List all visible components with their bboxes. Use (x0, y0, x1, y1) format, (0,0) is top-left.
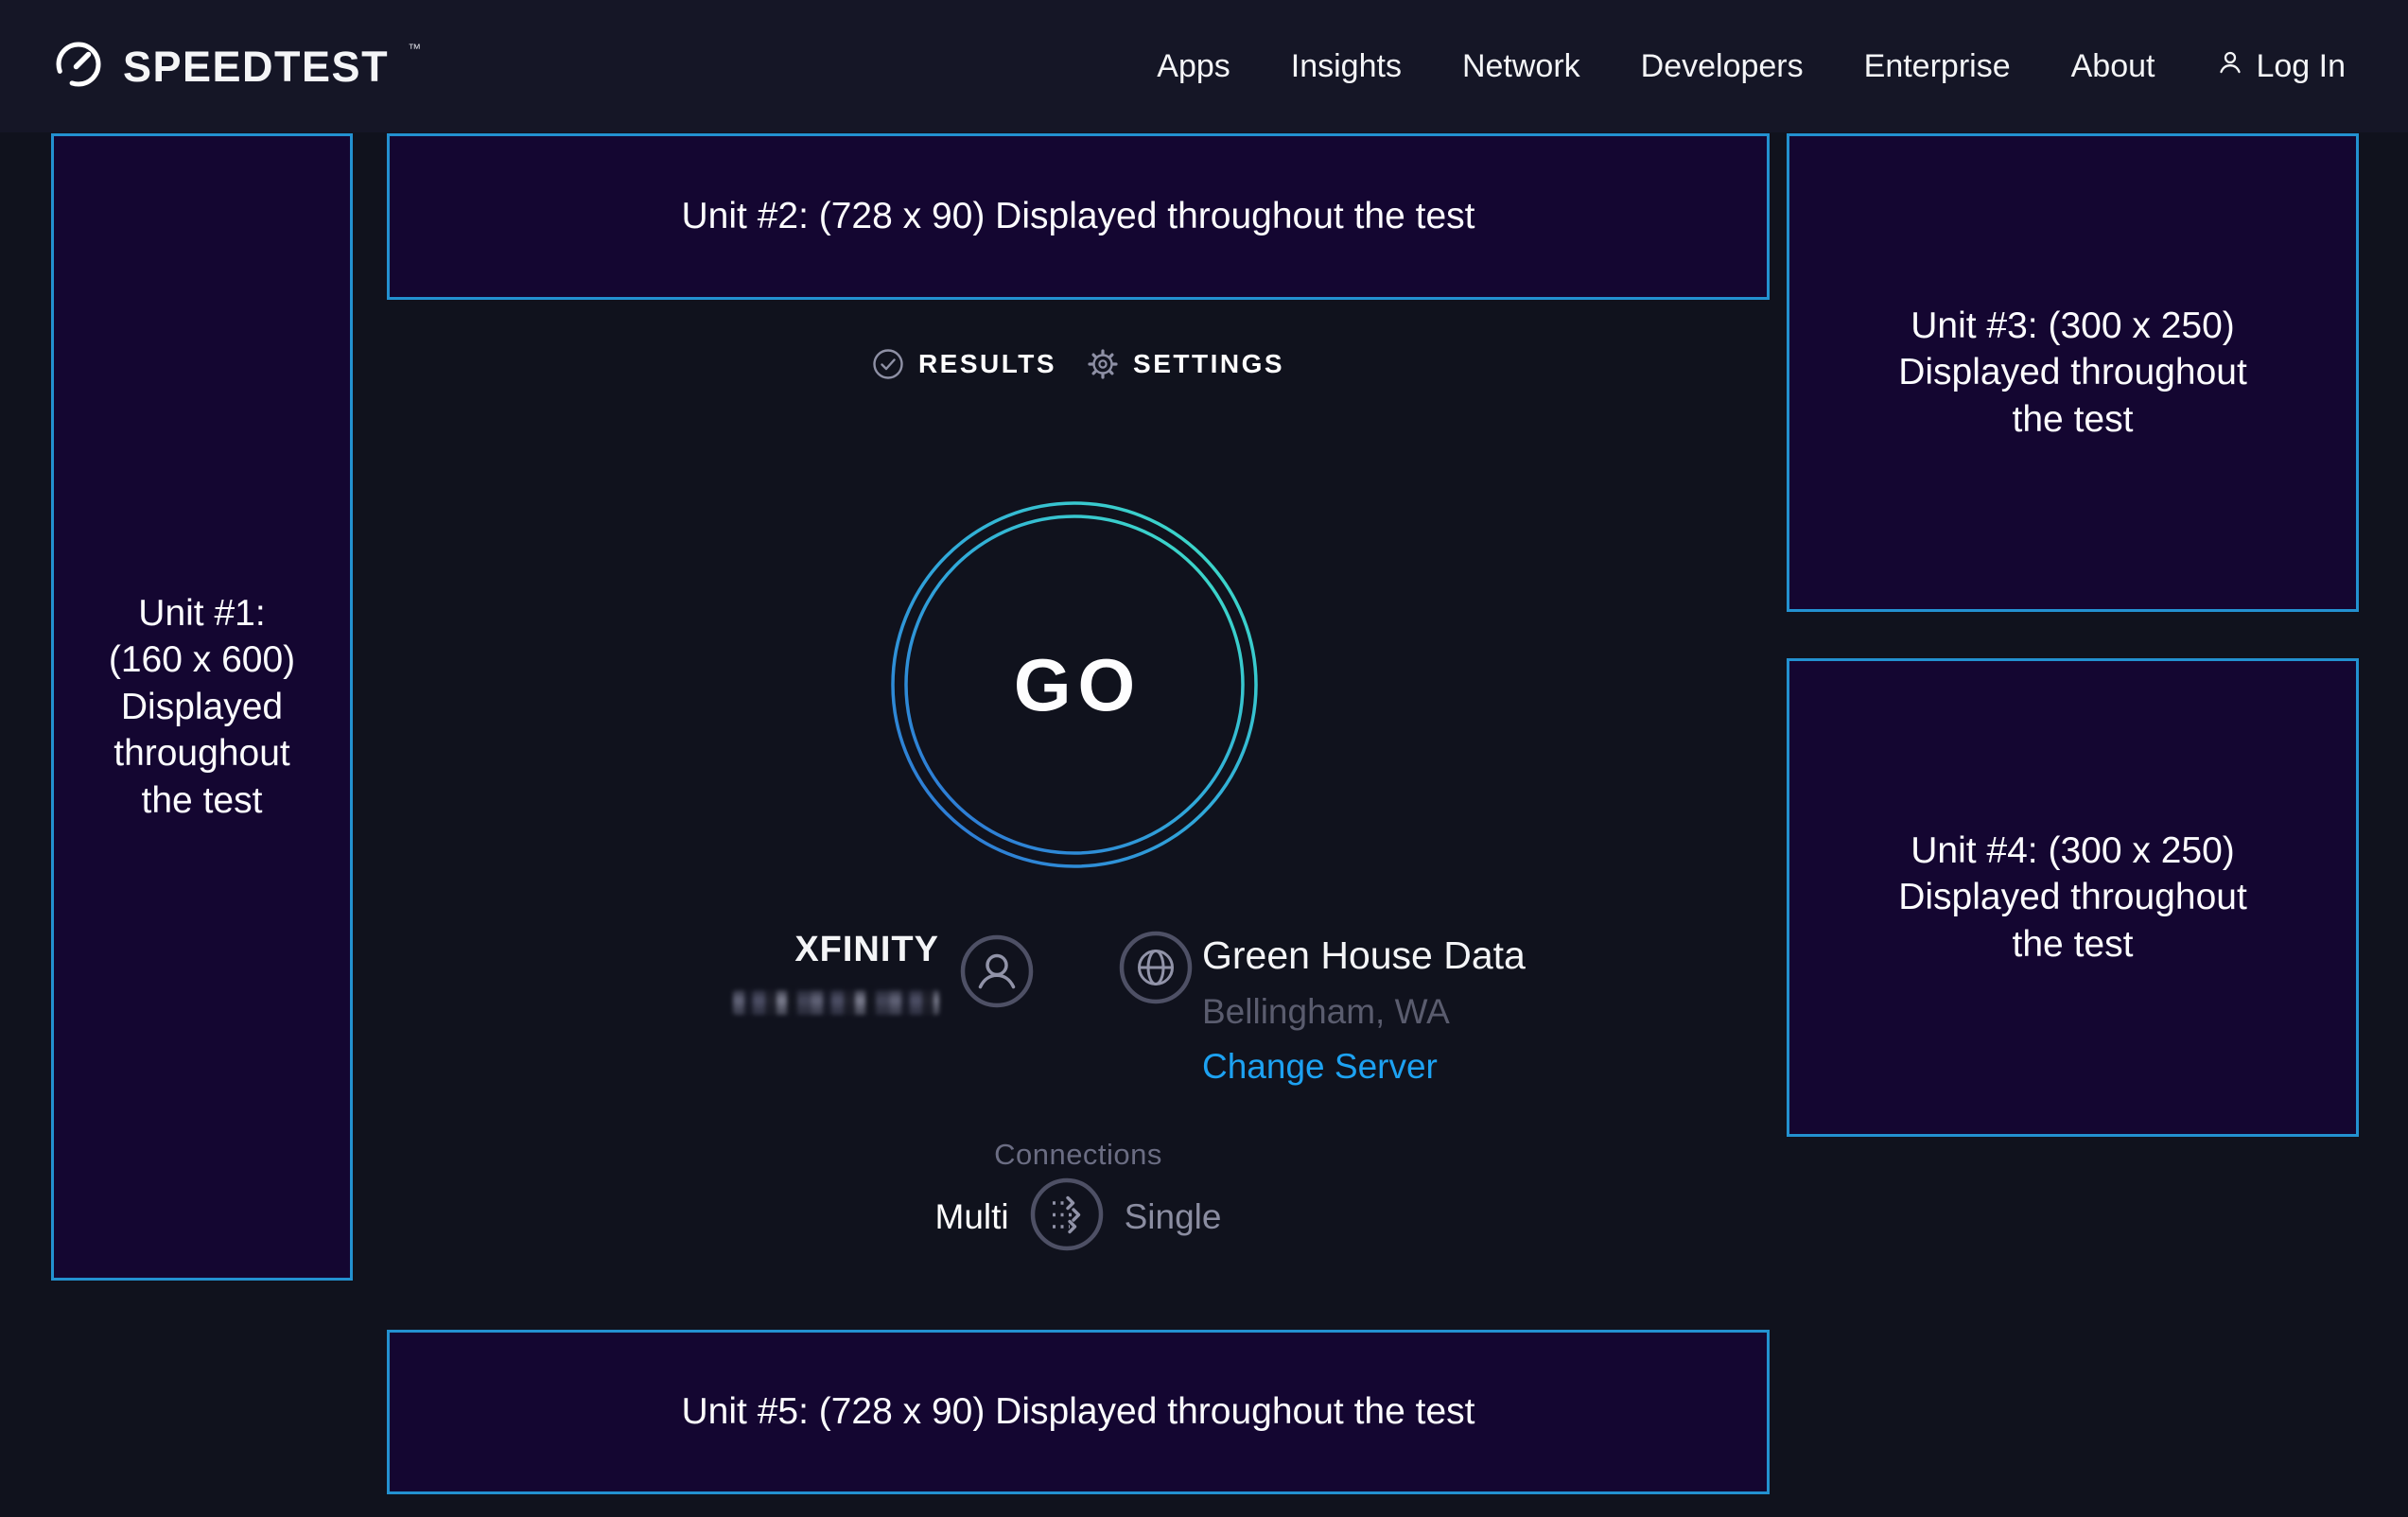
view-tabs: RESULTS (387, 348, 1770, 380)
connections-row: Multi Single (387, 1177, 1770, 1256)
connections-toggle[interactable] (1030, 1177, 1104, 1256)
nav-item-about[interactable]: About (2071, 48, 2155, 85)
provider-name: XFINITY (794, 932, 939, 968)
provider-info: XFINITY (733, 932, 1034, 1015)
ad-unit-4[interactable]: Unit #4: (300 x 250) Displayed throughou… (1787, 658, 2359, 1137)
redacted-ip (733, 990, 939, 1015)
go-button[interactable]: GO (890, 500, 1259, 869)
login-button[interactable]: Log In (2215, 47, 2346, 86)
speedtest-page: SPEEDTEST ™ Apps Insights Network Develo… (0, 0, 2408, 1517)
change-server-link[interactable]: Change Server (1202, 1049, 1438, 1084)
nav-item-apps[interactable]: Apps (1157, 48, 1230, 85)
ad-unit-3[interactable]: Unit #3: (300 x 250) Displayed throughou… (1787, 133, 2359, 612)
nav-item-developers[interactable]: Developers (1641, 48, 1804, 85)
ad-unit-2[interactable]: Unit #2: (728 x 90) Displayed throughout… (387, 133, 1770, 300)
gauge-icon (51, 37, 106, 96)
top-nav-bar: SPEEDTEST ™ Apps Insights Network Develo… (0, 0, 2408, 132)
server-name: Green House Data (1202, 936, 1526, 975)
server-location: Bellingham, WA (1202, 994, 1450, 1029)
user-icon (2215, 47, 2245, 86)
connections-multi-option[interactable]: Multi (935, 1197, 1009, 1237)
connections-single-option[interactable]: Single (1125, 1197, 1222, 1237)
provider-text: XFINITY (733, 932, 939, 1015)
main-nav: Apps Insights Network Developers Enterpr… (1157, 47, 2346, 86)
server-info: Green House Data Bellingham, WA Change S… (1119, 931, 1526, 1084)
login-label: Log In (2256, 48, 2346, 85)
tab-results-label: RESULTS (918, 349, 1056, 379)
gear-icon (1087, 348, 1119, 380)
connections-label: Connections (387, 1138, 1770, 1172)
go-label: GO (890, 500, 1259, 869)
globe-icon (1119, 931, 1193, 1009)
nav-item-insights[interactable]: Insights (1291, 48, 1402, 85)
check-circle-icon (872, 348, 904, 380)
nav-item-enterprise[interactable]: Enterprise (1864, 48, 2011, 85)
nav-item-network[interactable]: Network (1462, 48, 1580, 85)
server-text: Green House Data Bellingham, WA Change S… (1202, 936, 1526, 1084)
ad-unit-5[interactable]: Unit #5: (728 x 90) Displayed throughout… (387, 1330, 1770, 1494)
user-avatar-icon (960, 934, 1034, 1013)
ad-unit-1[interactable]: Unit #1: (160 x 600) Displayed throughou… (51, 133, 353, 1281)
tab-results[interactable]: RESULTS (872, 348, 1056, 380)
tab-settings-label: SETTINGS (1133, 349, 1284, 379)
multi-connection-arrows-icon (1030, 1177, 1104, 1256)
speedtest-logo[interactable]: SPEEDTEST ™ (51, 37, 421, 96)
tab-settings[interactable]: SETTINGS (1087, 348, 1284, 380)
brand-name: SPEEDTEST (123, 45, 389, 88)
trademark-mark: ™ (408, 41, 421, 56)
